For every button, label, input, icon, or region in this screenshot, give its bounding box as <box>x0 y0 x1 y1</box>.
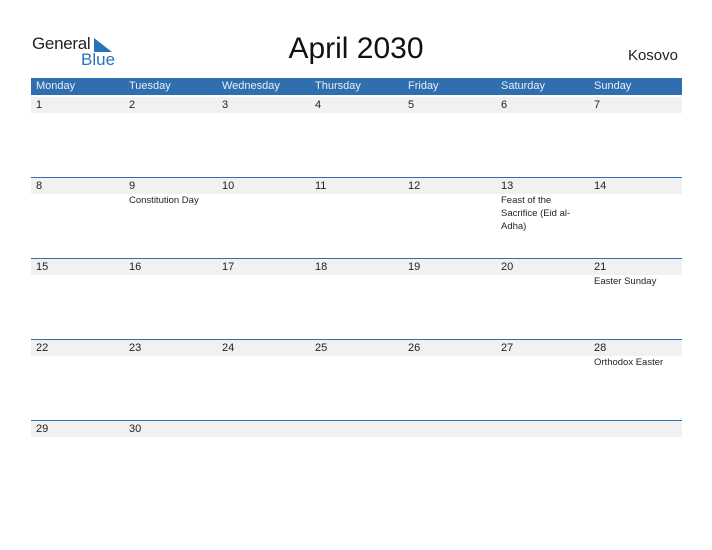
day-cell: 19 <box>403 259 496 275</box>
day-cell: 27 <box>496 340 589 356</box>
day-number: 9 <box>129 180 136 192</box>
day-number: 12 <box>408 180 421 192</box>
day-cell: 7 <box>589 97 682 113</box>
day-cell: 3 <box>217 97 310 113</box>
weekday-sunday: Sunday <box>594 80 632 92</box>
day-cell: 17 <box>217 259 310 275</box>
day-number: 5 <box>408 99 415 111</box>
holiday-label: Constitution Day <box>129 195 199 206</box>
day-cell: 18 <box>310 259 403 275</box>
country-label: Kosovo <box>627 47 678 64</box>
day-number: 11 <box>315 180 327 192</box>
day-number: 1 <box>36 99 43 111</box>
day-number: 3 <box>222 99 229 111</box>
day-number: 21 <box>594 261 607 273</box>
calendar-title: April 2030 <box>288 32 424 65</box>
day-cell: 25 <box>310 340 403 356</box>
day-number: 16 <box>129 261 142 273</box>
day-cell: 16 <box>124 259 217 275</box>
day-number: 29 <box>36 423 49 435</box>
day-number: 22 <box>36 342 49 354</box>
day-cell: 20 <box>496 259 589 275</box>
day-cell: 23 <box>124 340 217 356</box>
day-number: 27 <box>501 342 514 354</box>
day-cell: 30 <box>124 421 217 437</box>
weekday-tuesday: Tuesday <box>129 80 171 92</box>
day-cell: 22 <box>31 340 124 356</box>
day-number: 26 <box>408 342 421 354</box>
day-cell: 4 <box>310 97 403 113</box>
day-number: 8 <box>36 180 43 192</box>
day-number: 17 <box>222 261 235 273</box>
day-cell: 29 <box>31 421 124 437</box>
weekday-thursday: Thursday <box>315 80 361 92</box>
day-cell: 28 Orthodox Easter <box>589 340 682 369</box>
weekday-wednesday: Wednesday <box>222 80 280 92</box>
weekday-header: Monday Tuesday Wednesday Thursday Friday… <box>31 78 682 95</box>
day-number: 6 <box>501 99 508 111</box>
day-number: 15 <box>36 261 49 273</box>
holiday-label: Easter Sunday <box>594 276 657 287</box>
day-cell: 11 <box>310 178 403 194</box>
day-cell: 14 <box>589 178 682 194</box>
day-number: 18 <box>315 261 328 273</box>
holiday-label: Orthodox Easter <box>594 357 664 368</box>
weekday-friday: Friday <box>408 80 439 92</box>
day-number: 19 <box>408 261 421 273</box>
day-number: 7 <box>594 99 601 111</box>
day-number: 14 <box>594 180 607 192</box>
day-cell: 24 <box>217 340 310 356</box>
day-cell: 2 <box>124 97 217 113</box>
day-cell: 13 Feast of the Sacrifice (Eid al-Adha) <box>496 178 589 233</box>
day-cell: 8 <box>31 178 124 194</box>
day-number: 13 <box>501 180 514 192</box>
day-number: 28 <box>594 342 607 354</box>
day-number: 23 <box>129 342 142 354</box>
day-cell: 1 <box>31 97 124 113</box>
day-cell: 21 Easter Sunday <box>589 259 682 288</box>
day-cell: 26 <box>403 340 496 356</box>
day-number: 4 <box>315 99 322 111</box>
day-number: 30 <box>129 423 142 435</box>
day-cell: 6 <box>496 97 589 113</box>
day-cell: 5 <box>403 97 496 113</box>
day-number: 20 <box>501 261 514 273</box>
day-cell: 15 <box>31 259 124 275</box>
day-number: 25 <box>315 342 328 354</box>
day-number: 10 <box>222 180 235 192</box>
holiday-label: Feast of the Sacrifice (Eid al-Adha) <box>501 195 571 232</box>
weekday-monday: Monday <box>36 80 76 92</box>
day-number: 24 <box>222 342 235 354</box>
weekday-saturday: Saturday <box>501 80 546 92</box>
day-cell: 9 Constitution Day <box>124 178 217 207</box>
day-cell: 12 <box>403 178 496 194</box>
day-number: 2 <box>129 99 136 111</box>
day-cell: 10 <box>217 178 310 194</box>
